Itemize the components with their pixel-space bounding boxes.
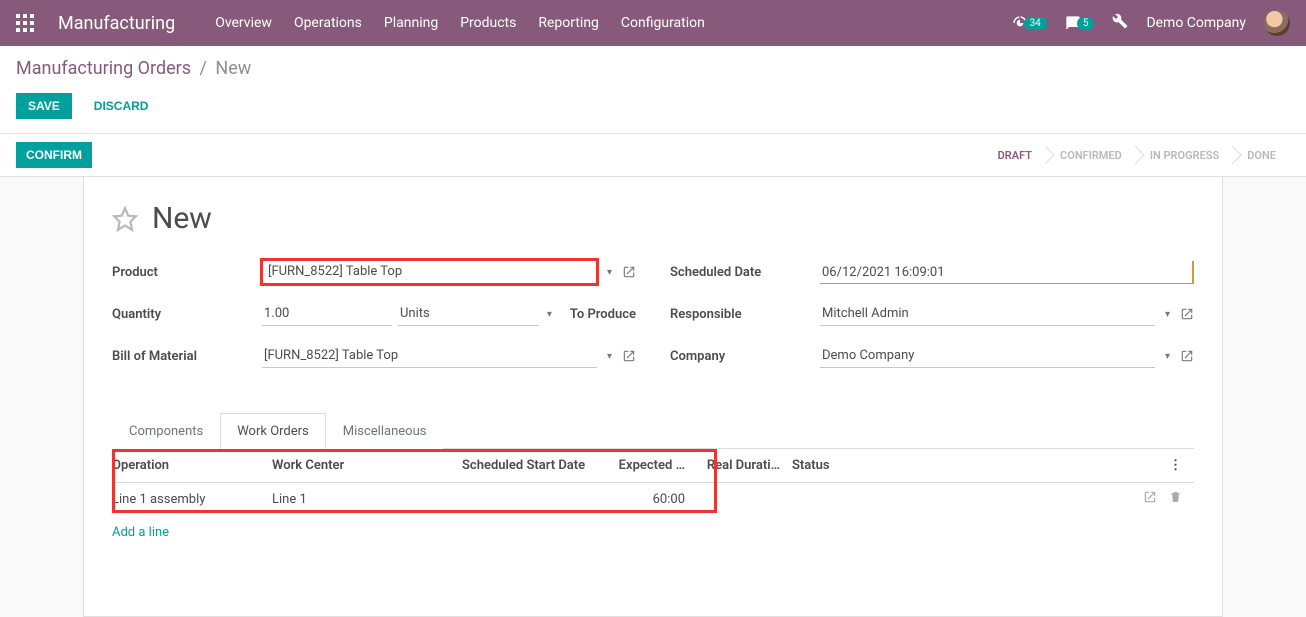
form-sheet: New Product ▾ Quantity <box>83 177 1223 617</box>
nav-configuration[interactable]: Configuration <box>621 15 705 31</box>
apps-icon[interactable] <box>16 14 34 32</box>
save-button[interactable]: SAVE <box>16 93 72 119</box>
responsible-dropdown-caret[interactable]: ▾ <box>1161 309 1174 320</box>
control-panel: Manufacturing Orders / New SAVE DISCARD <box>0 46 1306 134</box>
bom-field[interactable] <box>262 344 597 368</box>
cell-operation[interactable]: Line 1 assembly <box>112 483 272 516</box>
brand-title[interactable]: Manufacturing <box>58 13 175 34</box>
scheduled-date-label: Scheduled Date <box>670 265 820 280</box>
product-label: Product <box>112 265 262 280</box>
status-inprogress: IN PROGRESS <box>1136 143 1233 168</box>
status-done: DONE <box>1233 143 1290 168</box>
top-navbar: Manufacturing Overview Operations Planni… <box>0 0 1306 46</box>
breadcrumb: Manufacturing Orders / New <box>16 58 1290 79</box>
cell-status[interactable] <box>792 483 1129 516</box>
nav-menu: Overview Operations Planning Products Re… <box>215 15 705 31</box>
col-expected[interactable]: Expected … <box>607 449 697 483</box>
work-orders-table: Operation Work Center Scheduled Start Da… <box>112 449 1194 515</box>
quantity-field[interactable] <box>262 302 392 326</box>
form-tabs: Components Work Orders Miscellaneous <box>112 412 1194 449</box>
product-external-link-icon[interactable] <box>622 265 636 279</box>
confirm-button[interactable]: CONFIRM <box>16 142 92 168</box>
tab-miscellaneous[interactable]: Miscellaneous <box>326 413 444 449</box>
form-left-column: Product ▾ Quantity ▾ <box>112 258 636 384</box>
company-dropdown-caret[interactable]: ▾ <box>1161 351 1174 362</box>
col-status[interactable]: Status <box>792 449 1129 483</box>
tab-components[interactable]: Components <box>112 413 220 449</box>
company-name[interactable]: Demo Company <box>1146 15 1246 31</box>
add-line-link[interactable]: Add a line <box>112 515 169 540</box>
quantity-uom-field[interactable] <box>398 302 539 326</box>
status-steps: DRAFT CONFIRMED IN PROGRESS DONE <box>984 143 1290 168</box>
col-real[interactable]: Real Durati… <box>697 449 792 483</box>
status-confirmed: CONFIRMED <box>1046 143 1136 168</box>
row-delete-icon[interactable] <box>1169 483 1194 516</box>
cell-expected[interactable]: 60:00 <box>607 483 697 516</box>
responsible-label: Responsible <box>670 307 820 322</box>
activities-badge: 34 <box>1024 17 1047 30</box>
responsible-external-link-icon[interactable] <box>1180 307 1194 321</box>
quantity-label: Quantity <box>112 307 262 322</box>
cell-scheduled[interactable] <box>462 483 607 516</box>
company-external-link-icon[interactable] <box>1180 349 1194 363</box>
product-field[interactable] <box>262 260 597 284</box>
nav-planning[interactable]: Planning <box>384 15 438 31</box>
tab-work-orders[interactable]: Work Orders <box>220 413 326 449</box>
uom-dropdown-caret[interactable]: ▾ <box>543 309 556 320</box>
company-field[interactable] <box>820 344 1155 368</box>
product-dropdown-caret[interactable]: ▾ <box>603 267 616 278</box>
user-avatar[interactable] <box>1264 10 1290 36</box>
messages-button[interactable]: 5 <box>1065 15 1095 31</box>
col-workcenter[interactable]: Work Center <box>272 449 462 483</box>
col-scheduled[interactable]: Scheduled Start Date <box>462 449 607 483</box>
nav-overview[interactable]: Overview <box>215 15 272 31</box>
breadcrumb-root[interactable]: Manufacturing Orders <box>16 58 191 79</box>
favorite-star-icon[interactable] <box>112 206 138 232</box>
to-produce-label: To Produce <box>570 307 636 322</box>
messages-badge: 5 <box>1077 17 1095 30</box>
breadcrumb-separator: / <box>200 58 207 79</box>
topnav-right: 34 5 Demo Company <box>1012 10 1290 36</box>
buttons-row: SAVE DISCARD <box>16 93 1290 119</box>
col-operation[interactable]: Operation <box>112 449 272 483</box>
nav-reporting[interactable]: Reporting <box>538 15 599 31</box>
company-label: Company <box>670 349 820 364</box>
responsible-field[interactable] <box>820 302 1155 326</box>
table-row[interactable]: Line 1 assembly Line 1 60:00 <box>112 483 1194 516</box>
table-options-icon[interactable]: ⋮ <box>1169 449 1194 483</box>
work-orders-table-wrap: Operation Work Center Scheduled Start Da… <box>112 449 1194 540</box>
status-draft[interactable]: DRAFT <box>984 143 1046 168</box>
bom-dropdown-caret[interactable]: ▾ <box>603 351 616 362</box>
nav-operations[interactable]: Operations <box>294 15 362 31</box>
nav-products[interactable]: Products <box>460 15 516 31</box>
bom-label: Bill of Material <box>112 349 262 364</box>
page-title: New <box>152 201 212 236</box>
scheduled-date-field[interactable] <box>820 261 1194 284</box>
cell-workcenter[interactable]: Line 1 <box>272 483 462 516</box>
settings-icon[interactable] <box>1112 13 1128 33</box>
activities-button[interactable]: 34 <box>1012 15 1047 31</box>
discard-button[interactable]: DISCARD <box>82 93 161 119</box>
bom-external-link-icon[interactable] <box>622 349 636 363</box>
breadcrumb-current: New <box>215 58 251 79</box>
form-right-column: Scheduled Date Responsible ▾ Company <box>670 258 1194 384</box>
row-external-link-icon[interactable] <box>1129 483 1169 516</box>
statusbar: CONFIRM DRAFT CONFIRMED IN PROGRESS DONE <box>0 134 1306 177</box>
cell-real[interactable] <box>697 483 792 516</box>
